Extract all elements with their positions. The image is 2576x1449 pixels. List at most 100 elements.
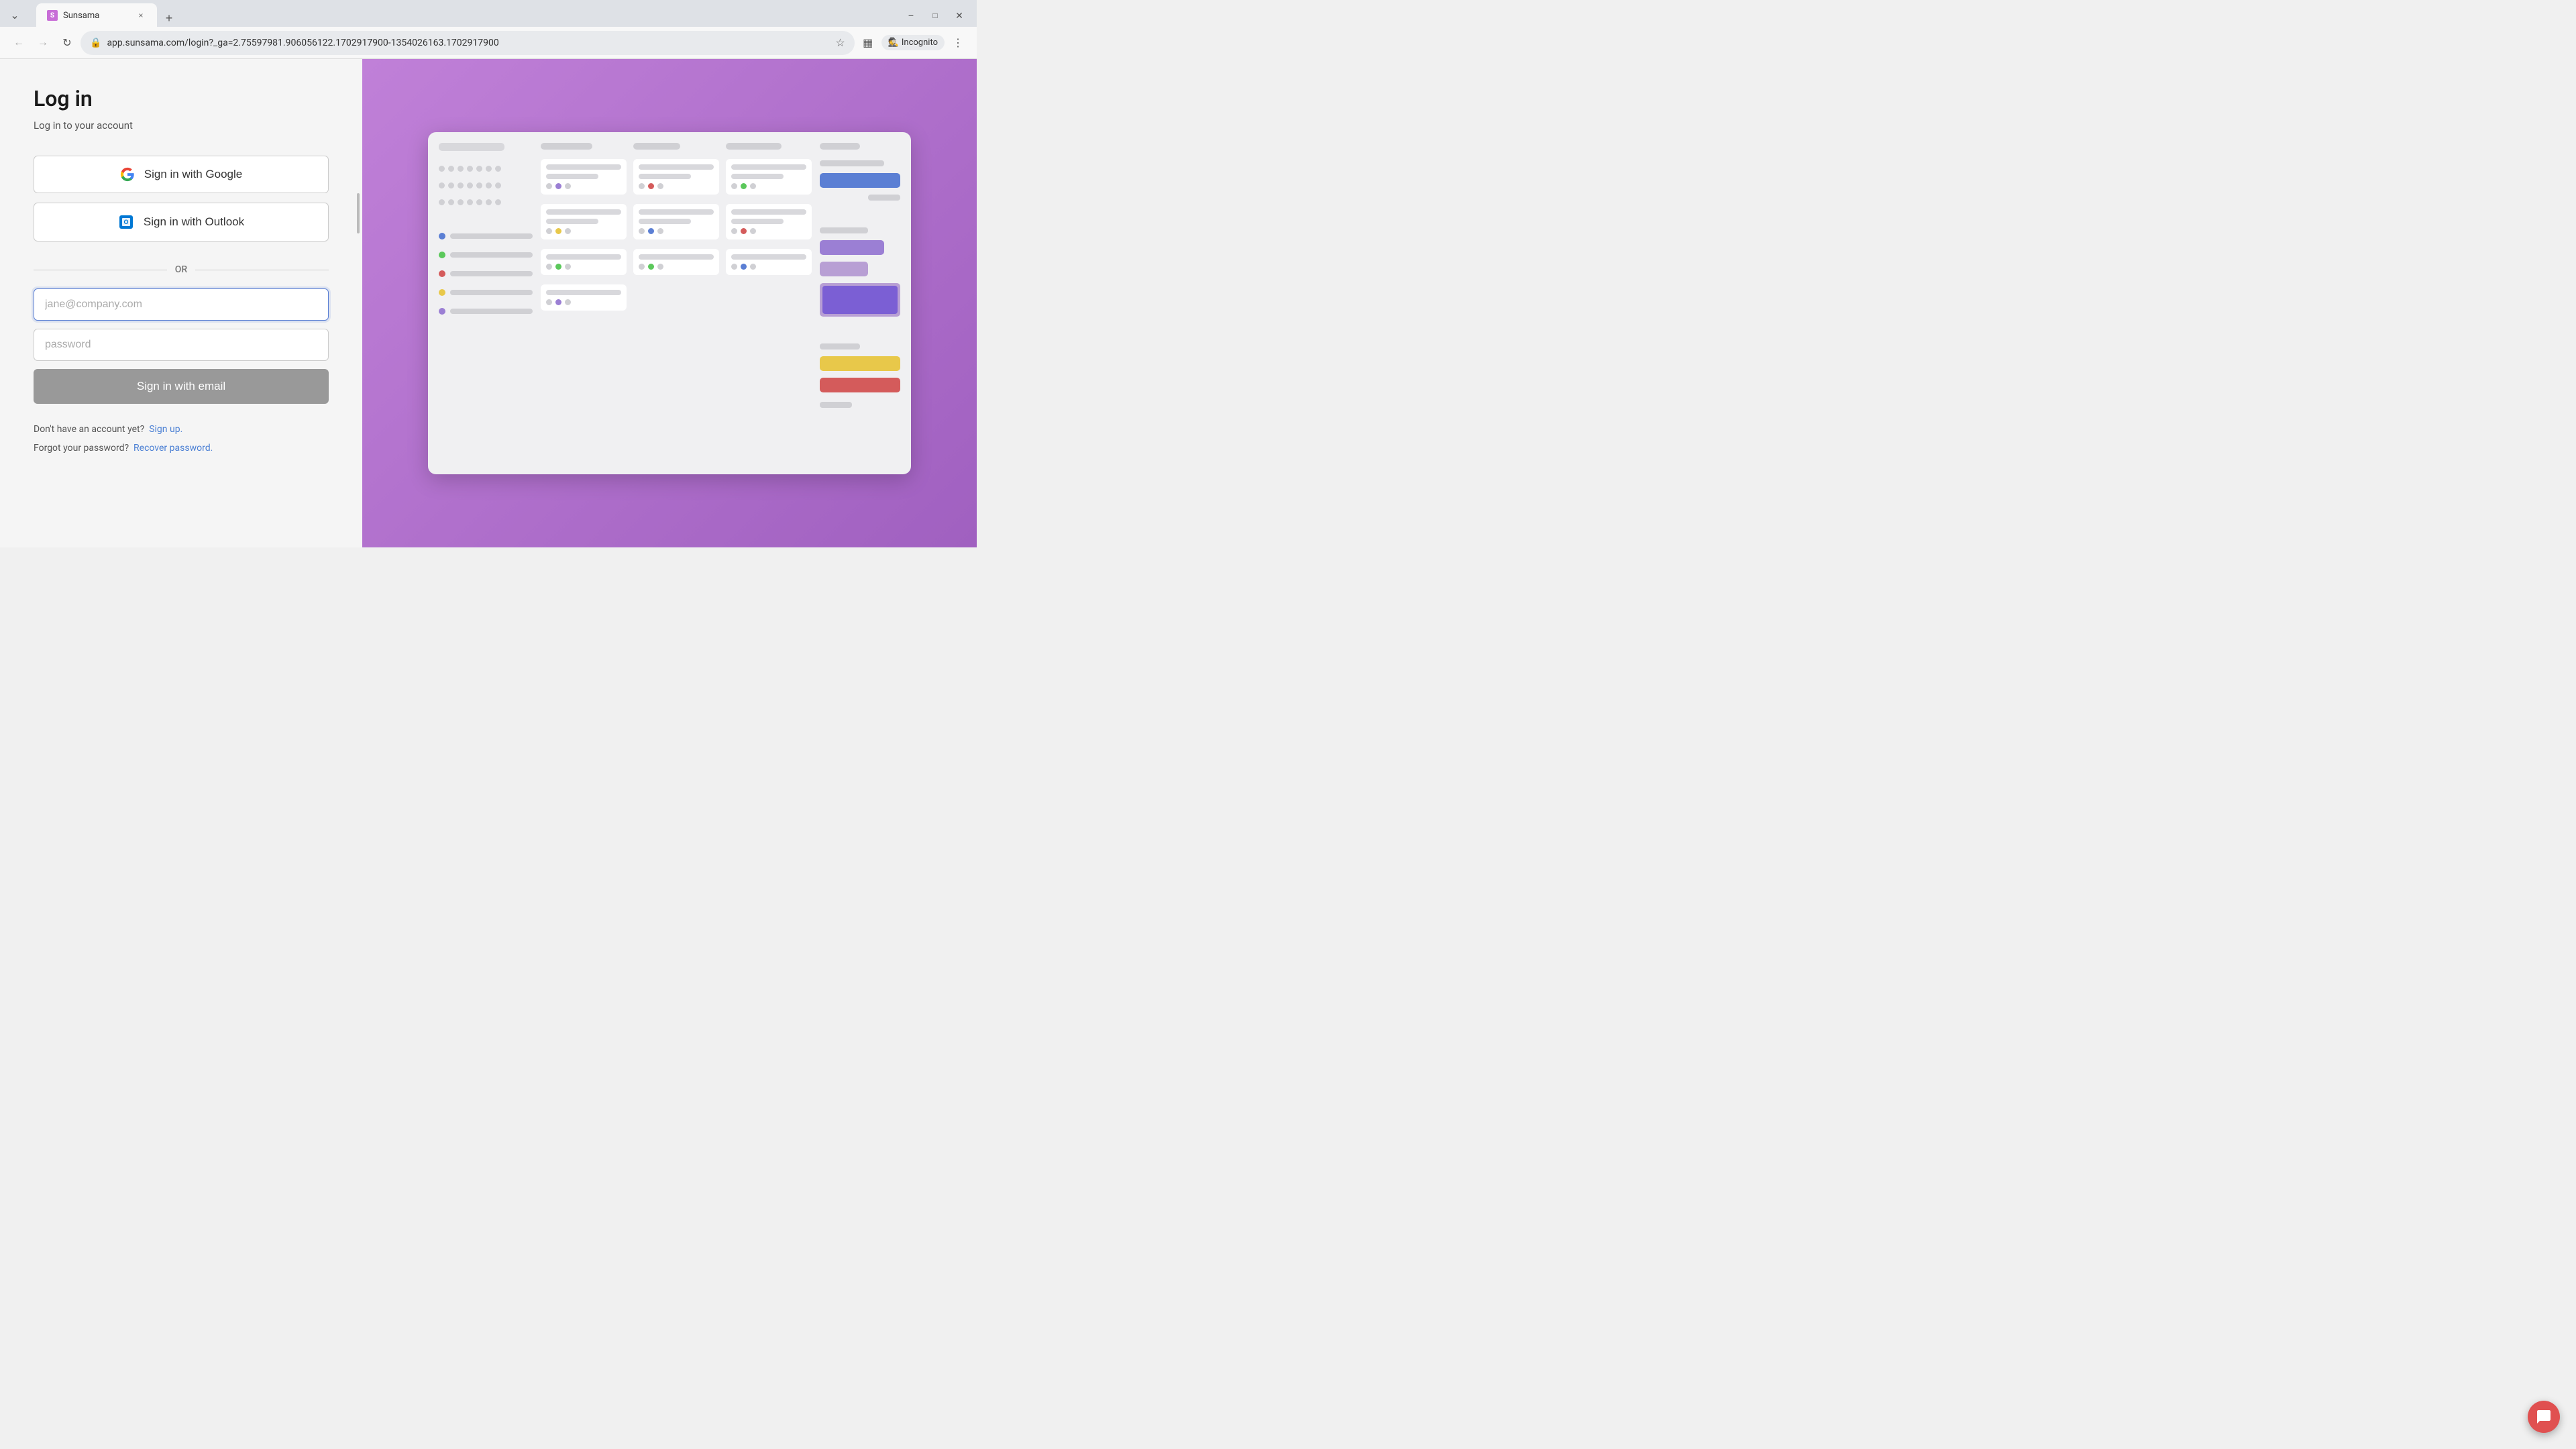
google-icon — [120, 167, 135, 182]
chevron-down-button[interactable]: ⌄ — [5, 6, 24, 25]
refresh-button[interactable]: ↻ — [56, 32, 78, 54]
dot — [486, 199, 492, 205]
dot — [495, 182, 501, 189]
minimize-button[interactable]: − — [902, 6, 920, 25]
sidebar-header-bar — [439, 143, 504, 151]
col-task — [726, 204, 812, 239]
signup-link[interactable]: Sign up. — [149, 424, 182, 435]
task-dot — [731, 183, 737, 189]
page-content: Log in Log in to your account Sign in wi… — [0, 59, 977, 547]
no-account-text: Don't have an account yet? — [34, 424, 144, 435]
outlook-icon: O — [118, 214, 134, 230]
task-dot — [731, 228, 737, 234]
toolbar-right: ▦ 🕵 Incognito ⋮ — [857, 32, 969, 54]
recover-password-link[interactable]: Recover password. — [133, 443, 213, 453]
task-dot — [741, 183, 747, 189]
tab-title: Sunsama — [63, 11, 130, 21]
task-dots — [639, 264, 714, 270]
cal-block-purple-light-2 — [820, 283, 900, 317]
task-dots — [546, 264, 621, 270]
password-input[interactable] — [34, 329, 329, 361]
outlook-signin-button[interactable]: O Sign in with Outlook — [34, 203, 329, 241]
task-bar — [546, 254, 621, 260]
cal-block-yellow — [820, 356, 900, 371]
col-task — [726, 159, 812, 195]
incognito-icon: 🕵 — [888, 38, 899, 48]
cal-bar — [820, 160, 884, 166]
task-dots — [639, 183, 714, 189]
task-dots — [639, 228, 714, 234]
cal-inner-block — [822, 286, 898, 314]
forgot-password-text: Forgot your password? — [34, 443, 129, 453]
scrollbar[interactable] — [357, 193, 360, 233]
back-button[interactable]: ← — [8, 32, 30, 54]
cal-block-blue — [820, 173, 900, 188]
dot — [448, 199, 454, 205]
sidebar-toggle-button[interactable]: ▦ — [857, 32, 879, 54]
dot — [486, 182, 492, 189]
dot — [439, 182, 445, 189]
task-bar — [546, 219, 598, 224]
dot-green — [439, 252, 445, 258]
preview-column-2 — [633, 143, 719, 464]
dot — [467, 166, 473, 172]
maximize-button[interactable]: □ — [926, 6, 945, 25]
task-dot — [639, 183, 645, 189]
menu-button[interactable]: ⋮ — [947, 32, 969, 54]
task-dots — [731, 228, 806, 234]
email-input[interactable] — [34, 288, 329, 321]
dot — [458, 182, 464, 189]
task-bar — [639, 209, 714, 215]
preview-column-1 — [541, 143, 627, 464]
browser-chrome: ⌄ S Sunsama × + − □ ✕ ← → ↻ 🔒 — [0, 0, 977, 59]
list-bar — [450, 271, 533, 276]
task-dot — [546, 228, 552, 234]
cal-header — [820, 143, 860, 150]
close-window-button[interactable]: ✕ — [950, 6, 969, 25]
dot — [467, 182, 473, 189]
tab-close-button[interactable]: × — [136, 10, 146, 21]
dots-row-2 — [439, 182, 533, 189]
dots-row-3 — [439, 199, 533, 205]
address-bar[interactable]: 🔒 app.sunsama.com/login?_ga=2.75597981.9… — [80, 31, 855, 55]
dot — [458, 199, 464, 205]
task-dot — [741, 264, 747, 270]
preview-column-3 — [726, 143, 812, 464]
preview-panel — [362, 59, 977, 547]
dot — [439, 166, 445, 172]
google-signin-button[interactable]: Sign in with Google — [34, 156, 329, 193]
task-bar — [731, 209, 806, 215]
footer-links: Don't have an account yet? Sign up. Forg… — [34, 420, 329, 458]
list-item-red — [439, 270, 533, 277]
login-panel: Log in Log in to your account Sign in wi… — [0, 59, 362, 547]
task-bar — [639, 254, 714, 260]
toolbar: ← → ↻ 🔒 app.sunsama.com/login?_ga=2.7559… — [0, 27, 977, 59]
dot — [448, 166, 454, 172]
task-dot — [750, 264, 756, 270]
active-tab[interactable]: S Sunsama × — [36, 3, 157, 28]
divider-text: OR — [175, 264, 187, 275]
email-signin-label: Sign in with email — [137, 380, 225, 392]
forward-button[interactable]: → — [32, 32, 54, 54]
col-header-2 — [633, 143, 680, 150]
task-dot — [555, 264, 561, 270]
chat-button[interactable] — [2528, 1401, 2560, 1433]
task-dot — [657, 228, 663, 234]
list-item-green — [439, 252, 533, 258]
bookmark-star-icon[interactable]: ☆ — [835, 36, 845, 49]
col-task — [541, 249, 627, 275]
cal-bar — [868, 195, 900, 201]
outlook-signin-label: Sign in with Outlook — [144, 215, 244, 229]
menu-icon: ⋮ — [953, 36, 963, 50]
new-tab-button[interactable]: + — [160, 9, 178, 28]
task-bar — [546, 209, 621, 215]
task-dot — [731, 264, 737, 270]
list-item-yellow — [439, 289, 533, 296]
back-icon: ← — [13, 37, 24, 49]
email-signin-button[interactable]: Sign in with email — [34, 369, 329, 404]
dot-purple — [439, 308, 445, 315]
task-bar — [639, 219, 691, 224]
col-task — [726, 249, 812, 275]
cal-bar — [820, 343, 860, 350]
task-dot — [648, 228, 654, 234]
